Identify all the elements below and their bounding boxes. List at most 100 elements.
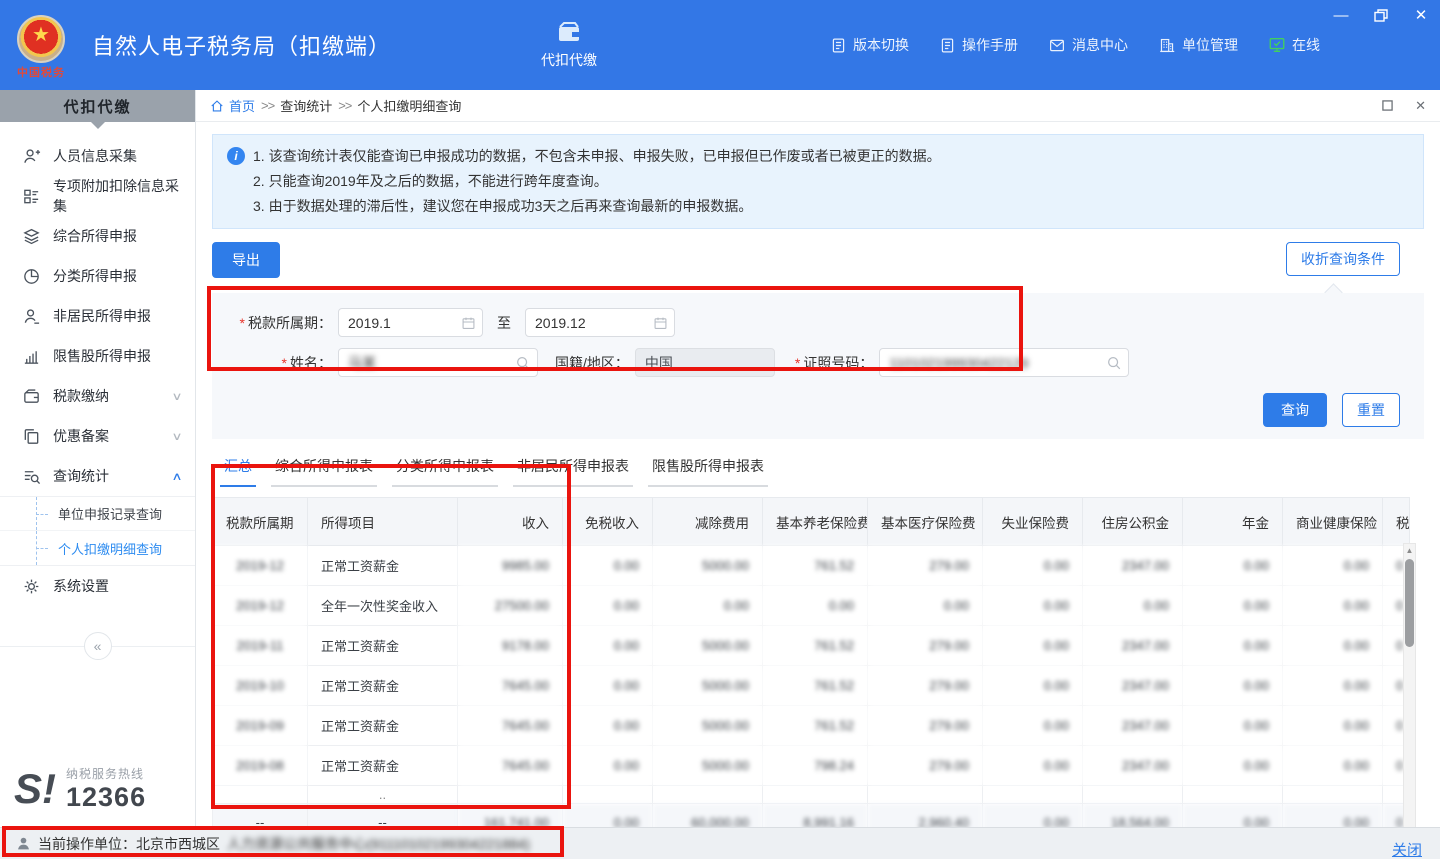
period-from-input[interactable]: 2019.1 [338, 308, 483, 337]
chevron-up-icon: ∧ [171, 470, 182, 483]
header-link-版本切换[interactable]: 版本切换 [830, 35, 909, 55]
table-cell: 2019-10 [213, 666, 308, 706]
period-to-input[interactable]: 2019.12 [525, 308, 675, 337]
export-button[interactable]: 导出 [212, 242, 280, 278]
sidebar-item-label: 优惠备案 [53, 426, 109, 446]
table-cell: 正常工资薪金 [308, 666, 458, 706]
calendar-icon[interactable] [653, 315, 668, 330]
pie-icon [22, 267, 41, 286]
restore-button[interactable] [1372, 6, 1390, 24]
table-cell: 0.00 [563, 626, 653, 666]
sidebar-item-优惠备案[interactable]: 优惠备案∨ [0, 416, 195, 456]
table-cell: 2019-09 [213, 706, 308, 746]
search-icon[interactable] [1106, 355, 1122, 371]
name-input[interactable]: 马某 [338, 348, 538, 377]
search-button[interactable]: 查询 [1263, 393, 1327, 427]
sidebar-item-label: 系统设置 [53, 576, 109, 596]
table-cell: 0.00 [1183, 546, 1283, 586]
table-row-4[interactable]: 2019-10正常工资薪金7645.000.005000.00761.52279… [213, 666, 1410, 706]
table-row-5[interactable]: 2019-09正常工资薪金7645.000.005000.00761.52279… [213, 706, 1410, 746]
table-row-2[interactable]: 2019-12全年一次性奖金收入27500.000.000.000.000.00… [213, 586, 1410, 626]
sidebar-item-查询统计[interactable]: 查询统计∧ [0, 456, 195, 496]
sidebar-item-系统设置[interactable]: 系统设置 [0, 566, 195, 606]
sidebar-item-专项附加扣除信息采集[interactable]: 专项附加扣除信息采集 [0, 176, 195, 216]
table-cell: 5000.00 [653, 666, 763, 706]
table-cell: 161,741.00 [458, 804, 563, 828]
gear-icon [22, 577, 41, 596]
table-row-partial: .. [213, 786, 1410, 804]
sidebar-menu: 人员信息采集专项附加扣除信息采集综合所得申报分类所得申报非居民所得申报限售股所得… [0, 136, 195, 606]
column-header-所得项目: 所得项目 [308, 498, 458, 546]
tab-分类所得申报表[interactable]: 分类所得申报表 [392, 456, 498, 487]
table-cell: 18,564.00 [1083, 804, 1183, 828]
scroll-up-arrow[interactable]: ▲ [1404, 544, 1415, 557]
app-logo: ★ 中国税务 [8, 11, 74, 80]
header-link-label: 在线 [1292, 35, 1320, 55]
table-cell: 0.00 [983, 804, 1083, 828]
filter-panel: 税款所属期： 2019.1 至 2019.12 姓名： 马某 [212, 293, 1424, 439]
search-icon[interactable] [515, 355, 531, 371]
sidebar-item-税款缴纳[interactable]: 税款缴纳∨ [0, 376, 195, 416]
calendar-icon[interactable] [461, 315, 476, 330]
table-cell [213, 786, 308, 804]
tab-maximize-icon[interactable] [1382, 100, 1393, 111]
vertical-scrollbar[interactable]: ▲ ▼ [1403, 543, 1416, 827]
tab-close-icon[interactable]: ✕ [1415, 98, 1426, 114]
table-cell: 5000.00 [653, 746, 763, 786]
table-cell: 0.00 [1183, 626, 1283, 666]
sidebar-item-人员信息采集[interactable]: 人员信息采集 [0, 136, 195, 176]
table-cell: 0.00 [563, 666, 653, 706]
table-cell: 0.00 [563, 746, 653, 786]
table-cell: 761.52 [763, 626, 868, 666]
sidebar: 代扣代缴 人员信息采集专项附加扣除信息采集综合所得申报分类所得申报非居民所得申报… [0, 90, 196, 827]
sidebar-subitem-个人扣缴明细查询[interactable]: 个人扣缴明细查询 [0, 531, 195, 565]
sidebar-collapse-button[interactable]: « [84, 632, 112, 660]
sidebar-item-非居民所得申报[interactable]: 非居民所得申报 [0, 296, 195, 336]
close-page-link[interactable]: 关闭 [1392, 839, 1422, 859]
table-cell: 0.00 [1183, 804, 1283, 828]
column-header-商业健康保险: 商业健康保险 [1283, 498, 1383, 546]
table-cell: 2347.00 [1083, 626, 1183, 666]
wallet-icon [555, 20, 583, 46]
breadcrumb-home-link[interactable]: 首页 [210, 96, 255, 115]
tab-非居民所得申报表[interactable]: 非居民所得申报表 [513, 456, 633, 487]
table-cell: 7645.00 [458, 666, 563, 706]
header-link-在线[interactable]: 在线 [1268, 35, 1320, 55]
table-row-summary[interactable]: ----161,741.000.0060,000.008,991.162,960… [213, 804, 1410, 828]
collapse-query-button[interactable]: 收折查询条件 [1286, 242, 1400, 276]
sidebar-header: 代扣代缴 [0, 90, 195, 122]
notice-line-2: 2. 只能查询2019年及之后的数据，不能进行跨年度查询。 [253, 169, 941, 194]
sidebar-item-分类所得申报[interactable]: 分类所得申报 [0, 256, 195, 296]
column-header-住房公积金: 住房公积金 [1083, 498, 1183, 546]
tab-综合所得申报表[interactable]: 综合所得申报表 [271, 456, 377, 487]
table-row-1[interactable]: 2019-12正常工资薪金9985.000.005000.00761.52279… [213, 546, 1410, 586]
close-button[interactable]: ✕ [1412, 6, 1430, 24]
to-label: 至 [497, 313, 511, 333]
table-cell: 0.00 [1283, 706, 1383, 746]
header-link-单位管理[interactable]: 单位管理 [1158, 35, 1238, 55]
table-row-3[interactable]: 2019-11正常工资薪金9178.000.005000.00761.52279… [213, 626, 1410, 666]
header-link-消息中心[interactable]: 消息中心 [1048, 35, 1128, 55]
vertical-scroll-thumb[interactable] [1405, 559, 1414, 647]
column-header-失业保险费: 失业保险费 [983, 498, 1083, 546]
table-cell: 0.00 [1083, 586, 1183, 626]
status-bar: 当前操作单位：北京市西城区人力资源公共服务中心(9111010219930422… [0, 827, 1440, 859]
notice-box: i 1. 该查询统计表仅能查询已申报成功的数据，不包含未申报、申报失败，已申报但… [212, 134, 1424, 229]
tab-限售股所得申报表[interactable]: 限售股所得申报表 [648, 456, 768, 487]
name-label: 姓名： [212, 353, 332, 373]
tab-汇总[interactable]: 汇总 [220, 456, 256, 487]
table-cell [763, 786, 868, 804]
table-cell: 0.00 [1183, 586, 1283, 626]
id-number-input[interactable]: 110102199930422129 [879, 348, 1129, 377]
sidebar-subitem-单位申报记录查询[interactable]: 单位申报记录查询 [0, 497, 195, 531]
nav-item-daikou-daijiao[interactable]: 代扣代缴 [541, 20, 597, 70]
table-row-6[interactable]: 2019-08正常工资薪金7645.000.005000.00798.24279… [213, 746, 1410, 786]
header-link-操作手册[interactable]: 操作手册 [939, 35, 1018, 55]
sidebar-item-综合所得申报[interactable]: 综合所得申报 [0, 216, 195, 256]
table-cell: 9985.00 [458, 546, 563, 586]
table-cell: 2347.00 [1083, 706, 1183, 746]
reset-button[interactable]: 重置 [1342, 393, 1400, 427]
minimize-button[interactable]: — [1332, 6, 1350, 24]
sidebar-item-限售股所得申报[interactable]: 限售股所得申报 [0, 336, 195, 376]
table-cell: 5000.00 [653, 546, 763, 586]
